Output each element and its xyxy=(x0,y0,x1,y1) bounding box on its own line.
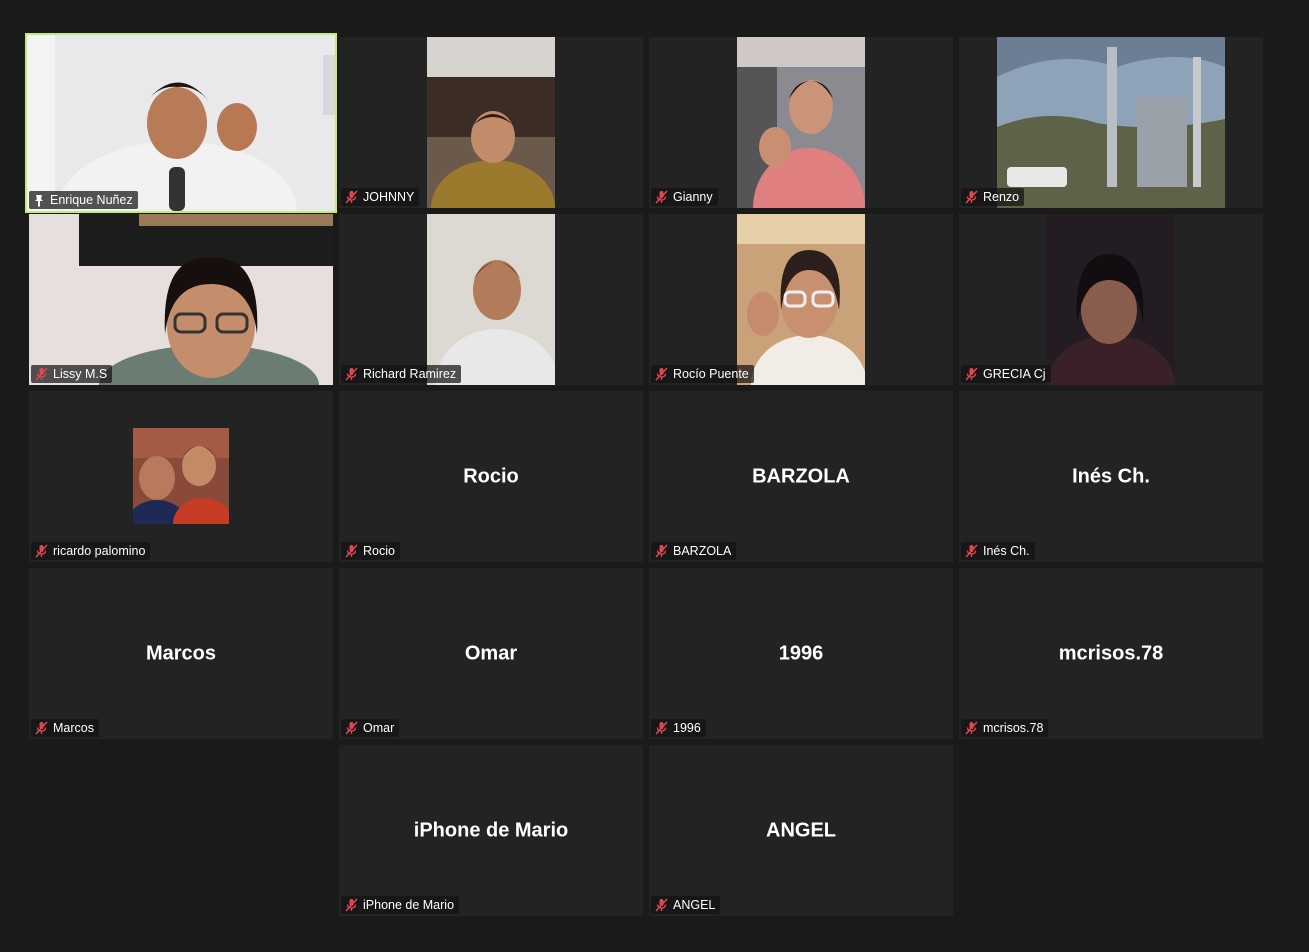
participant-tile-mcrisos[interactable]: mcrisos.78 mcrisos.78 xyxy=(959,568,1263,739)
participant-label: 1996 xyxy=(651,719,706,737)
participant-label: Omar xyxy=(341,719,400,737)
gallery-view: Enrique Nuñez JOHNNY Gianny Renzo Lissy … xyxy=(0,0,1309,952)
participant-name: ricardo palomino xyxy=(53,544,146,558)
mic-muted-icon xyxy=(965,544,978,558)
profile-photo xyxy=(133,428,229,524)
participant-label: JOHNNY xyxy=(341,188,420,206)
participant-tile-barzola[interactable]: BARZOLA BARZOLA xyxy=(649,391,953,562)
participant-tile-rocio[interactable]: Rocio Rocio xyxy=(339,391,643,562)
participant-tile-grecia[interactable]: GRECIA Cj xyxy=(959,214,1263,385)
participant-video xyxy=(1047,214,1175,385)
mic-muted-icon xyxy=(965,721,978,735)
participant-tile-omar[interactable]: Omar Omar xyxy=(339,568,643,739)
participant-video xyxy=(997,37,1225,208)
mic-muted-icon xyxy=(965,367,978,381)
participant-video xyxy=(427,214,555,385)
mic-muted-icon xyxy=(655,898,668,912)
participant-tile-gianny[interactable]: Gianny xyxy=(649,37,953,208)
participant-label: Enrique Nuñez xyxy=(29,191,138,209)
participant-tile-renzo[interactable]: Renzo xyxy=(959,37,1263,208)
participant-display-name: 1996 xyxy=(778,642,824,664)
mic-muted-icon xyxy=(345,721,358,735)
participant-name: Inés Ch. xyxy=(983,544,1030,558)
mic-muted-icon xyxy=(965,190,978,204)
participant-name: JOHNNY xyxy=(363,190,415,204)
participant-label: Rocío Puente xyxy=(651,365,754,383)
participant-label: mcrisos.78 xyxy=(961,719,1049,737)
pin-icon xyxy=(33,194,45,207)
participant-tile-lissy[interactable]: Lissy M.S xyxy=(29,214,333,385)
participant-name: GRECIA Cj xyxy=(983,367,1046,381)
participant-tile-angel[interactable]: ANGEL ANGEL xyxy=(649,745,953,916)
participant-label: GRECIA Cj xyxy=(961,365,1051,383)
participant-video xyxy=(427,37,555,208)
participant-name: Enrique Nuñez xyxy=(50,193,133,207)
participant-label: iPhone de Mario xyxy=(341,896,460,914)
participant-tile-johnny[interactable]: JOHNNY xyxy=(339,37,643,208)
participant-label: Inés Ch. xyxy=(961,542,1035,560)
participant-tile-rocio-puente[interactable]: Rocío Puente xyxy=(649,214,953,385)
participant-label: Richard Ramirez xyxy=(341,365,462,383)
mic-muted-icon xyxy=(35,721,48,735)
mic-muted-icon xyxy=(655,190,668,204)
mic-muted-icon xyxy=(345,190,358,204)
participant-tile-ricardo[interactable]: ricardo palomino xyxy=(29,391,333,562)
mic-muted-icon xyxy=(655,721,668,735)
mic-muted-icon xyxy=(345,367,358,381)
participant-name: Renzo xyxy=(983,190,1020,204)
participant-name: Lissy M.S xyxy=(53,367,108,381)
mic-muted-icon xyxy=(345,898,358,912)
participant-tile-enrique[interactable]: Enrique Nuñez xyxy=(25,33,337,213)
participant-name: Omar xyxy=(363,721,395,735)
participant-name: Marcos xyxy=(53,721,94,735)
participant-tile-ines[interactable]: Inés Ch. Inés Ch. xyxy=(959,391,1263,562)
participant-tile-iphone-mario[interactable]: iPhone de Mario iPhone de Mario xyxy=(339,745,643,916)
participant-name: Richard Ramirez xyxy=(363,367,457,381)
participant-video xyxy=(737,37,865,208)
participant-label: Lissy M.S xyxy=(31,365,113,383)
participant-tile-marcos[interactable]: Marcos Marcos xyxy=(29,568,333,739)
participant-video xyxy=(27,35,335,211)
participant-display-name: BARZOLA xyxy=(752,465,850,487)
participant-label: Rocio xyxy=(341,542,400,560)
participant-tile-1996[interactable]: 1996 1996 xyxy=(649,568,953,739)
participant-name: mcrisos.78 xyxy=(983,721,1044,735)
participant-label: Marcos xyxy=(31,719,99,737)
mic-muted-icon xyxy=(655,544,668,558)
participant-display-name: Rocio xyxy=(463,465,519,487)
participant-tile-richard[interactable]: Richard Ramirez xyxy=(339,214,643,385)
participant-name: Rocio xyxy=(363,544,395,558)
participant-display-name: ANGEL xyxy=(766,819,836,841)
participant-video xyxy=(737,214,865,385)
mic-muted-icon xyxy=(35,367,48,381)
participant-label: Gianny xyxy=(651,188,718,206)
mic-muted-icon xyxy=(655,367,668,381)
participant-name: 1996 xyxy=(673,721,701,735)
participant-video xyxy=(29,214,333,385)
participant-label: ANGEL xyxy=(651,896,721,914)
participant-display-name: mcrisos.78 xyxy=(1058,642,1164,664)
participant-display-name: Omar xyxy=(464,642,518,664)
participant-name: ANGEL xyxy=(673,898,716,912)
participant-display-name: Inés Ch. xyxy=(1072,465,1150,487)
participant-display-name: iPhone de Mario xyxy=(413,819,569,841)
participant-name: iPhone de Mario xyxy=(363,898,455,912)
mic-muted-icon xyxy=(345,544,358,558)
participant-label: BARZOLA xyxy=(651,542,737,560)
mic-muted-icon xyxy=(35,544,48,558)
participant-label: Renzo xyxy=(961,188,1025,206)
participant-name: Gianny xyxy=(673,190,713,204)
participant-label: ricardo palomino xyxy=(31,542,151,560)
participant-name: BARZOLA xyxy=(673,544,732,558)
participant-name: Rocío Puente xyxy=(673,367,749,381)
participant-display-name: Marcos xyxy=(145,642,217,664)
